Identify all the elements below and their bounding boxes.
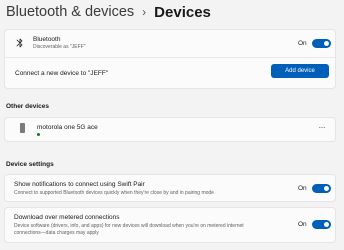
device-name: motorola one 5G ace xyxy=(37,124,98,131)
add-device-button[interactable]: Add device xyxy=(271,64,329,78)
connect-device-row: Connect a new device to "JEFF" Add devic… xyxy=(5,58,335,89)
breadcrumb-parent-link[interactable]: Bluetooth & devices xyxy=(6,4,134,20)
connect-device-label: Connect a new device to "JEFF" xyxy=(15,70,109,77)
bluetooth-card: Bluetooth Discoverable as "JEFF" On Conn… xyxy=(4,29,336,89)
status-dot-icon xyxy=(37,133,40,136)
bluetooth-toggle-label: On xyxy=(298,40,307,47)
swift-pair-toggle-label: On xyxy=(298,185,307,192)
metered-card: Download over metered connections Device… xyxy=(4,207,336,243)
metered-subtitle: Device software (drivers, info, and apps… xyxy=(14,223,244,229)
metered-toggle[interactable] xyxy=(312,220,331,229)
device-card[interactable]: motorola one 5G ace ··· xyxy=(4,117,336,142)
devices-settings-page: Bluetooth & devices › Devices Bluetooth … xyxy=(0,0,344,250)
swift-pair-title: Show notifications to connect using Swif… xyxy=(14,181,145,188)
metered-toggle-label: On xyxy=(298,221,307,228)
swift-pair-subtitle: Connect to supported Bluetooth devices q… xyxy=(14,190,214,196)
metered-subtitle-line2: connections—data charges may apply xyxy=(14,230,99,236)
breadcrumb: Bluetooth & devices › Devices xyxy=(6,2,211,22)
more-options-icon[interactable]: ··· xyxy=(319,124,326,132)
page-title: Devices xyxy=(154,3,211,21)
bluetooth-toggle[interactable] xyxy=(312,39,331,48)
metered-title: Download over metered connections xyxy=(14,214,120,221)
swift-pair-card: Show notifications to connect using Swif… xyxy=(4,174,336,202)
bluetooth-icon xyxy=(16,38,23,48)
bluetooth-subtitle: Discoverable as "JEFF" xyxy=(33,44,86,50)
swift-pair-toggle[interactable] xyxy=(312,184,331,193)
chevron-right-icon: › xyxy=(142,5,147,19)
bluetooth-row: Bluetooth Discoverable as "JEFF" On xyxy=(5,30,335,57)
device-settings-heading: Device settings xyxy=(6,161,54,168)
bluetooth-title: Bluetooth xyxy=(33,36,61,43)
other-devices-heading: Other devices xyxy=(6,103,49,110)
phone-icon xyxy=(20,123,25,133)
